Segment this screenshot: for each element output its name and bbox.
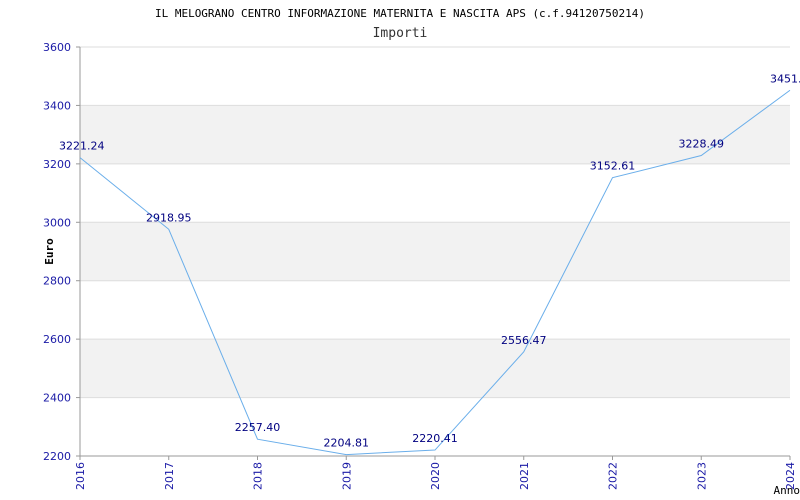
x-tick-label: 2016 [74,462,87,490]
x-axis-label: Anno [774,484,800,497]
data-label: 3451.9 [770,72,800,85]
data-label: 2556.47 [501,334,547,347]
y-tick-label: 2400 [43,392,71,405]
grid-band [80,339,790,398]
y-tick-label: 2600 [43,333,71,346]
x-axis-ticks: 2016 2017 2018 2019 2020 2021 2022 2023 2024 [74,456,797,490]
y-tick-label: 3000 [43,216,71,229]
data-label: 2220.41 [412,432,458,445]
x-tick-label: 2022 [607,462,620,490]
x-tick-label: 2023 [695,462,708,490]
data-label: 2204.81 [324,437,370,450]
y-tick-label: 2800 [43,275,71,288]
y-tick-label: 3600 [43,41,71,54]
y-axis-label: Euro [43,238,56,265]
x-tick-label: 2021 [518,462,531,490]
x-tick-label: 2020 [429,462,442,490]
data-label: 2257.40 [235,421,281,434]
data-label: 3221.24 [59,140,105,153]
data-label: 3152.61 [590,160,636,173]
y-tick-label: 3400 [43,99,71,112]
chart-title: IL MELOGRANO CENTRO INFORMAZIONE MATERNI… [155,7,645,20]
y-tick-label: 3200 [43,158,71,171]
data-label: 3228.49 [679,138,725,151]
data-label: 2918.95 [146,211,192,224]
x-tick-label: 2018 [252,462,265,490]
grid-band [80,105,790,164]
x-tick-label: 2019 [340,462,353,490]
chart-subtitle: Importi [373,26,428,41]
y-tick-label: 2200 [43,450,71,463]
line-chart: IL MELOGRANO CENTRO INFORMAZIONE MATERNI… [43,7,800,497]
x-tick-label: 2017 [163,462,176,490]
